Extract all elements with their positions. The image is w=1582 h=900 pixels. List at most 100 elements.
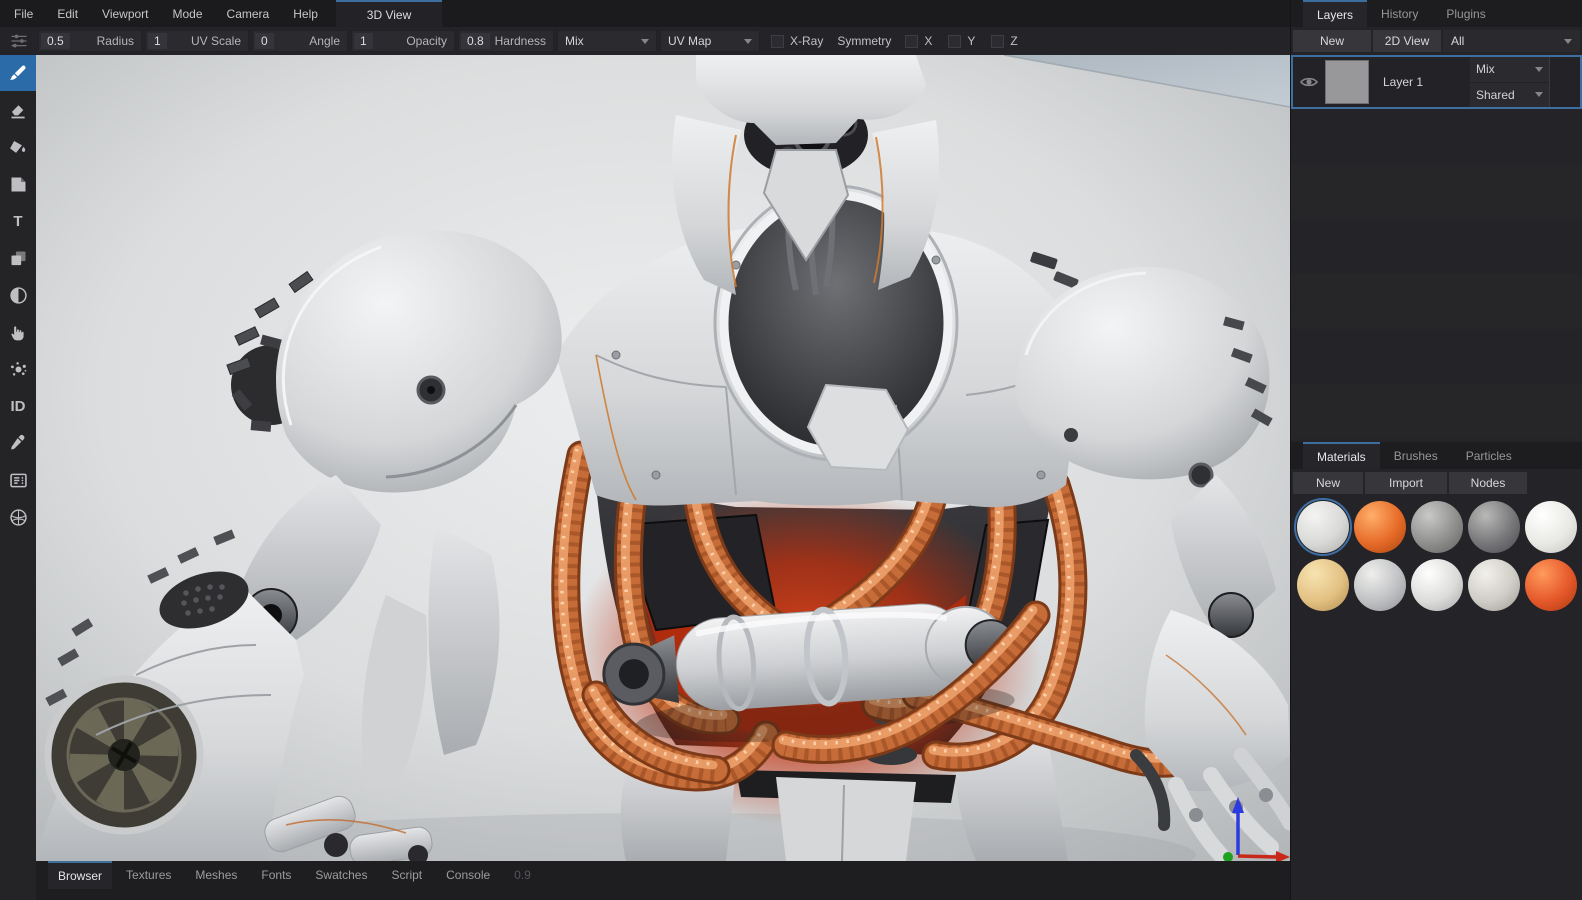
- angle-field[interactable]: 0 Angle: [252, 30, 348, 52]
- new-material-button[interactable]: New: [1293, 472, 1363, 494]
- symmetry-z-toggle[interactable]: Z: [991, 34, 1017, 48]
- opacity-label: Opacity: [406, 34, 447, 48]
- xray-toggle[interactable]: X-Ray: [771, 34, 823, 48]
- tab-console[interactable]: Console: [436, 861, 500, 889]
- particle-tool-icon[interactable]: [0, 351, 36, 387]
- picker-tool-icon[interactable]: [0, 425, 36, 461]
- radius-field[interactable]: 0.5 Radius: [38, 30, 142, 52]
- layer-blend-value: Mix: [1476, 62, 1495, 76]
- tab-textures[interactable]: Textures: [116, 861, 181, 889]
- layers-buttons: New 2D View All: [1291, 27, 1582, 53]
- materials-buttons: New Import Nodes: [1291, 469, 1582, 495]
- bake-tool-icon[interactable]: [0, 462, 36, 498]
- symmetry-label: Symmetry: [837, 34, 891, 48]
- layer-filter-dropdown[interactable]: All: [1443, 30, 1580, 52]
- menu-help[interactable]: Help: [293, 7, 318, 21]
- symmetry-x-toggle[interactable]: X: [905, 34, 932, 48]
- layer-thumbnail[interactable]: [1325, 60, 1369, 104]
- chevron-down-icon: [744, 39, 752, 44]
- viewport-3d[interactable]: [36, 55, 1290, 861]
- layer-row[interactable]: Layer 1 Mix Shared: [1291, 55, 1582, 109]
- menu-camera[interactable]: Camera: [227, 7, 270, 21]
- materials-grid: [1291, 495, 1582, 617]
- material-thumb-4[interactable]: [1468, 501, 1520, 553]
- layer-object-dropdown[interactable]: Shared: [1470, 82, 1549, 108]
- hardness-value[interactable]: 0.8: [461, 33, 490, 49]
- tab-materials[interactable]: Materials: [1303, 442, 1380, 469]
- material-thumb-10[interactable]: [1525, 559, 1577, 611]
- material-thumb-9[interactable]: [1468, 559, 1520, 611]
- tab-browser[interactable]: Browser: [48, 861, 112, 889]
- import-material-button[interactable]: Import: [1365, 472, 1447, 494]
- colorid-tool-icon[interactable]: ID: [0, 388, 36, 424]
- decal-tool-icon[interactable]: [0, 166, 36, 202]
- menu-viewport[interactable]: Viewport: [102, 7, 148, 21]
- radius-value[interactable]: 0.5: [41, 33, 70, 49]
- text-tool-icon[interactable]: T: [0, 203, 36, 239]
- menu-mode[interactable]: Mode: [173, 7, 203, 21]
- opacity-field[interactable]: 1 Opacity: [351, 30, 455, 52]
- blur-tool-icon[interactable]: [0, 277, 36, 313]
- material-thumb-7[interactable]: [1354, 559, 1406, 611]
- angle-value[interactable]: 0: [255, 33, 274, 49]
- menu-file[interactable]: File: [14, 7, 33, 21]
- chevron-down-icon: [641, 39, 649, 44]
- brush-tool-icon[interactable]: [0, 55, 36, 91]
- symmetry-z-checkbox[interactable]: [991, 35, 1004, 48]
- uv-map-dropdown[interactable]: UV Map: [660, 30, 760, 52]
- xray-checkbox[interactable]: [771, 35, 784, 48]
- symmetry-z-label: Z: [1010, 34, 1017, 48]
- blend-mode-dropdown[interactable]: Mix: [557, 30, 657, 52]
- symmetry-y-label: Y: [967, 34, 975, 48]
- layer-blend-dropdown[interactable]: Mix: [1470, 57, 1549, 82]
- uv-scale-field[interactable]: 1 UV Scale: [145, 30, 249, 52]
- material-tool-icon[interactable]: [0, 499, 36, 535]
- material-thumb-6[interactable]: [1297, 559, 1349, 611]
- material-thumb-5[interactable]: [1525, 501, 1577, 553]
- xray-label: X-Ray: [790, 34, 823, 48]
- layer-name[interactable]: Layer 1: [1383, 75, 1470, 89]
- layer-row-tail: [1550, 57, 1580, 107]
- symmetry-x-checkbox[interactable]: [905, 35, 918, 48]
- uv-map-value: UV Map: [668, 34, 711, 48]
- tab-swatches[interactable]: Swatches: [305, 861, 377, 889]
- tab-fonts[interactable]: Fonts: [251, 861, 301, 889]
- tab-particles[interactable]: Particles: [1452, 442, 1526, 469]
- material-thumb-3[interactable]: [1411, 501, 1463, 553]
- tab-plugins[interactable]: Plugins: [1432, 0, 1499, 27]
- tab-layers[interactable]: Layers: [1303, 0, 1367, 27]
- uv-scale-value[interactable]: 1: [148, 33, 167, 49]
- tab-brushes[interactable]: Brushes: [1380, 442, 1452, 469]
- symmetry-y-checkbox[interactable]: [948, 35, 961, 48]
- eraser-tool-icon[interactable]: [0, 92, 36, 128]
- app-window: File Edit Viewport Mode Camera Help 3D V…: [0, 0, 1582, 900]
- material-thumb-1[interactable]: [1297, 501, 1349, 553]
- smudge-tool-icon[interactable]: [0, 314, 36, 350]
- hardness-field[interactable]: 0.8 Hardness: [458, 30, 554, 52]
- chevron-down-icon: [1535, 92, 1543, 97]
- layers-tab-bar: Layers History Plugins: [1291, 0, 1582, 27]
- tab-script[interactable]: Script: [381, 861, 432, 889]
- tab-history[interactable]: History: [1367, 0, 1432, 27]
- new-layer-button[interactable]: New: [1293, 30, 1371, 52]
- tab-3d-view[interactable]: 3D View: [336, 0, 442, 27]
- clone-tool-icon[interactable]: [0, 240, 36, 276]
- symmetry-y-toggle[interactable]: Y: [948, 34, 975, 48]
- nodes-button[interactable]: Nodes: [1449, 472, 1527, 494]
- viewport-scene: [36, 55, 1290, 861]
- layer-filter-value: All: [1451, 34, 1464, 48]
- angle-label: Angle: [309, 34, 340, 48]
- materials-tab-bar: Materials Brushes Particles: [1291, 442, 1582, 469]
- menu-edit[interactable]: Edit: [57, 7, 78, 21]
- fill-tool-icon[interactable]: [0, 129, 36, 165]
- 2d-view-button[interactable]: 2D View: [1373, 30, 1441, 52]
- material-thumb-2[interactable]: [1354, 501, 1406, 553]
- layer-visibility-eye-icon[interactable]: [1293, 72, 1325, 92]
- opacity-value[interactable]: 1: [354, 33, 373, 49]
- tab-meshes[interactable]: Meshes: [185, 861, 247, 889]
- chevron-down-icon: [1535, 67, 1543, 72]
- toolbar-settings-icon[interactable]: [0, 31, 38, 51]
- material-thumb-8[interactable]: [1411, 559, 1463, 611]
- layer-object-value: Shared: [1476, 88, 1515, 102]
- version-label: 0.9: [504, 861, 541, 889]
